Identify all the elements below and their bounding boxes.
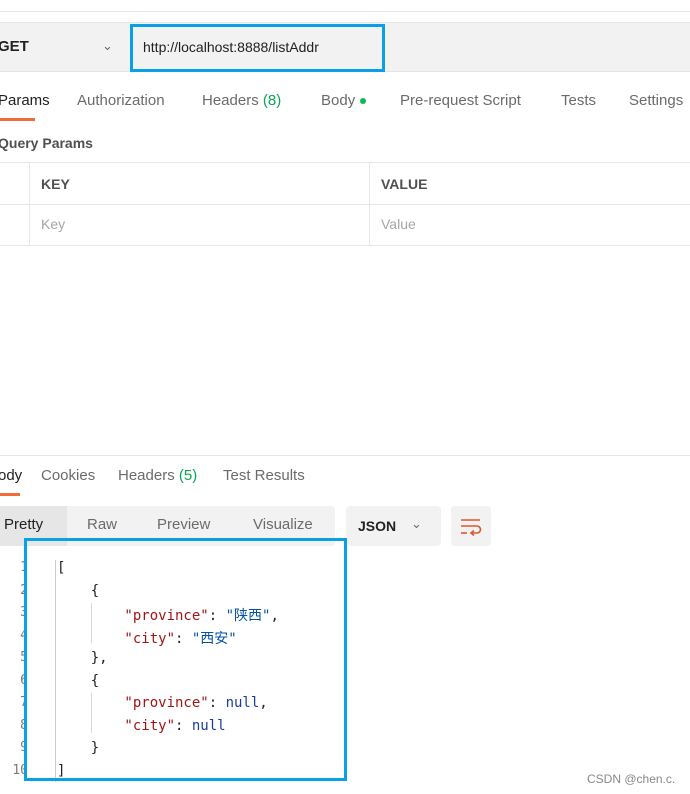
divider — [369, 162, 370, 245]
tab-headers[interactable]: Headers (8) — [202, 92, 281, 109]
active-tab-indicator — [0, 493, 20, 496]
tab-body[interactable]: Body — [321, 92, 367, 109]
active-tab-indicator — [0, 118, 35, 121]
headers-count: (5) — [178, 467, 198, 484]
url-input[interactable]: http://localhost:8888/listAddr — [130, 24, 385, 72]
tab-label: Headers — [118, 467, 175, 484]
tab-response-body[interactable]: ody — [0, 467, 22, 484]
method-select[interactable]: GET — [0, 38, 29, 55]
divider — [0, 204, 690, 205]
tab-test-results[interactable]: Test Results — [223, 467, 305, 484]
tab-authorization[interactable]: Authorization — [77, 92, 165, 109]
tab-cookies[interactable]: Cookies — [41, 467, 95, 484]
tab-tests[interactable]: Tests — [561, 92, 596, 109]
wrap-lines-button[interactable] — [451, 506, 491, 546]
divider — [0, 162, 690, 163]
view-visualize[interactable]: Visualize — [253, 516, 313, 533]
tab-label: Body — [321, 92, 356, 109]
divider — [29, 162, 30, 245]
watermark: CSDN @chen.c. — [587, 772, 676, 786]
tab-settings[interactable]: Settings — [629, 92, 683, 109]
tab-response-headers[interactable]: Headers (5) — [118, 467, 197, 484]
headers-count: (8) — [262, 92, 282, 109]
chevron-down-icon: ⌄ — [411, 516, 422, 531]
tab-pre-request-script[interactable]: Pre-request Script — [400, 92, 521, 109]
view-pretty[interactable]: Pretty — [4, 516, 43, 533]
chevron-down-icon[interactable]: ⌄ — [102, 38, 113, 54]
value-input[interactable]: Value — [381, 216, 416, 232]
divider — [0, 455, 690, 456]
divider — [0, 11, 690, 12]
wrap-lines-icon — [461, 519, 482, 537]
body-indicator-dot — [360, 98, 367, 105]
query-params-title: Query Params — [0, 135, 93, 151]
divider — [0, 245, 690, 246]
column-header-key: KEY — [41, 176, 70, 192]
column-header-value: VALUE — [381, 176, 428, 192]
tab-label: Headers — [202, 92, 259, 109]
key-input[interactable]: Key — [41, 216, 65, 232]
view-preview[interactable]: Preview — [157, 516, 210, 533]
format-label: JSON — [358, 518, 397, 534]
highlight-box — [24, 538, 347, 781]
view-raw[interactable]: Raw — [87, 516, 117, 533]
tab-params[interactable]: Params — [0, 92, 50, 109]
